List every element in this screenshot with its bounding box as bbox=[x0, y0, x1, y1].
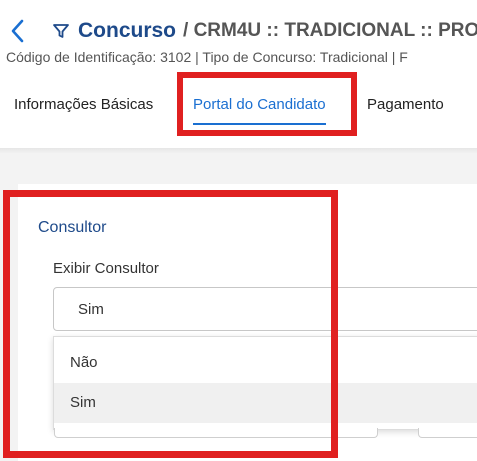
field-edge bbox=[418, 428, 477, 438]
page-title-path: / CRM4U :: TRADICIONAL :: PROV bbox=[183, 20, 477, 41]
title-row: Concurso / CRM4U :: TRADICIONAL :: PROV bbox=[6, 16, 477, 46]
chevron-left-icon[interactable] bbox=[6, 18, 28, 44]
tab-pagamento[interactable]: Pagamento bbox=[367, 85, 444, 125]
highlight-box-section bbox=[3, 190, 338, 458]
highlight-box-tab bbox=[177, 72, 357, 136]
tab-informacoes-basicas[interactable]: Informações Básicas bbox=[14, 85, 153, 125]
page-subtitle: Código de Identificação: 3102 | Tipo de … bbox=[6, 49, 408, 65]
filter-icon[interactable] bbox=[50, 18, 72, 44]
page-title: Concurso bbox=[78, 19, 177, 42]
